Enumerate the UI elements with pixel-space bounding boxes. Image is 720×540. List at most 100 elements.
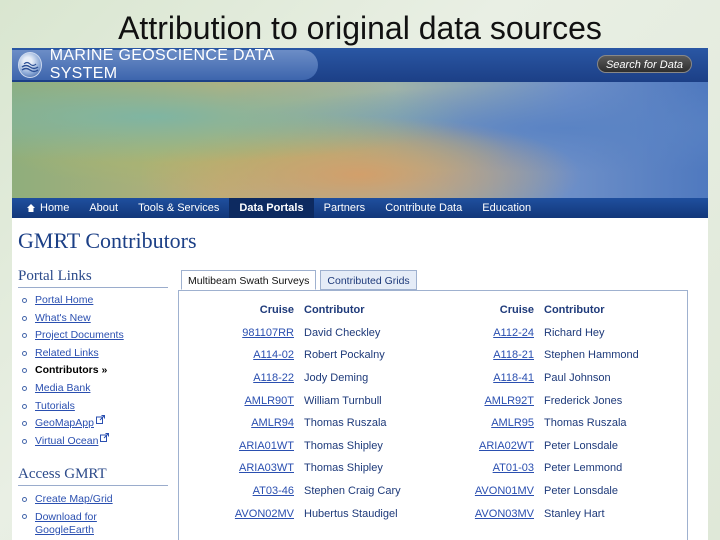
cruise-link[interactable]: 981107RR xyxy=(242,327,294,339)
tab-contributed-grids[interactable]: Contributed Grids xyxy=(320,270,417,290)
contributor-cell: Thomas Ruszala xyxy=(304,412,434,435)
table-row: ARIA01WT Thomas Shipley ARIA02WT Peter Lons… xyxy=(179,435,684,458)
contributor-name: Stanley Hart xyxy=(544,507,605,520)
cruise-link[interactable]: ARIA02WT xyxy=(479,440,534,452)
cruise-link[interactable]: AMLR90T xyxy=(244,395,294,407)
nav-home[interactable]: Home xyxy=(16,198,79,218)
nav-education[interactable]: Education xyxy=(472,198,541,218)
cruise-cell: AMLR94 xyxy=(179,412,304,435)
portal-links-list: Portal Home What's New Project Documents… xyxy=(22,292,124,450)
sidebar-item-contributors[interactable]: Contributors » xyxy=(22,362,124,380)
slide-title: Attribution to original data sources xyxy=(118,10,602,46)
cruise-link[interactable]: AVON03MV xyxy=(475,508,534,520)
cruise-cell: A118-22 xyxy=(179,367,304,390)
table-row: AMLR90T William Turnbull AMLR92T Frederick … xyxy=(179,389,684,412)
external-link-icon xyxy=(100,432,110,442)
site-logo[interactable]: MARINE GEOSCIENCE DATA SYSTEM xyxy=(12,48,318,82)
column-header-contributor: Contributor xyxy=(544,304,605,317)
nav-partners[interactable]: Partners xyxy=(314,198,376,218)
sidebar-item-whats-new[interactable]: What's New xyxy=(22,310,124,328)
sidebar-item-tutorials[interactable]: Tutorials xyxy=(22,398,124,416)
column-header-cruise: Cruise xyxy=(259,304,294,317)
contributor-name: Thomas Shipley xyxy=(304,439,383,452)
table-row: AT03-46 Stephen Craig Cary AVON01MV Peter L… xyxy=(179,480,684,503)
cruise-cell: A112-24 xyxy=(434,322,544,345)
cruise-cell: ARIA02WT xyxy=(434,435,544,458)
cruise-cell: ARIA01WT xyxy=(179,435,304,458)
globe-icon xyxy=(18,52,42,78)
logo-text: MARINE GEOSCIENCE DATA SYSTEM xyxy=(49,48,274,82)
nav-tools-services[interactable]: Tools & Services xyxy=(128,198,229,218)
cruise-link[interactable]: ARIA03WT xyxy=(239,462,294,474)
home-icon xyxy=(27,204,35,212)
cruise-cell: AT03-46 xyxy=(179,480,304,503)
cruise-link[interactable]: A118-22 xyxy=(253,372,294,384)
seafloor-banner-image xyxy=(12,82,708,198)
contributor-cell: Stephen Craig Cary xyxy=(304,480,434,503)
contributor-cell: Thomas Shipley xyxy=(304,435,434,458)
contributor-name: Hubertus Staudigel xyxy=(304,507,398,520)
website-screenshot: MARINE GEOSCIENCE DATA SYSTEM Search for… xyxy=(12,48,708,540)
cruise-link[interactable]: AMLR92T xyxy=(484,395,534,407)
cruise-link[interactable]: A112-24 xyxy=(493,327,534,339)
contributor-name: Richard Hey xyxy=(544,326,605,339)
contributor-cell: Thomas Shipley xyxy=(304,457,434,480)
cruise-link[interactable]: A114-02 xyxy=(253,349,294,361)
search-for-data-button[interactable]: Search for Data xyxy=(596,55,692,73)
nav-data-portals[interactable]: Data Portals xyxy=(229,198,314,218)
cruise-link[interactable]: AVON01MV xyxy=(475,485,534,497)
contributor-cell: Stephen Hammond xyxy=(544,344,684,367)
nav-about[interactable]: About xyxy=(79,198,128,218)
contributors-panel: Cruise Contributor Cruise Contributor 98… xyxy=(178,290,688,540)
column-header-contributor: Contributor xyxy=(304,304,365,317)
cruise-link[interactable]: AMLR95 xyxy=(491,417,534,429)
cruise-link[interactable]: A118-41 xyxy=(493,372,534,384)
sidebar-item-media-bank[interactable]: Media Bank xyxy=(22,380,124,398)
cruise-link[interactable]: ARIA01WT xyxy=(239,440,294,452)
contributor-name: David Checkley xyxy=(304,326,381,339)
sidebar-item-related-links[interactable]: Related Links xyxy=(22,345,124,363)
contributor-name: Jody Deming xyxy=(304,372,369,385)
contributor-cell: Paul Johnson xyxy=(544,367,684,390)
cruise-cell: AVON03MV xyxy=(434,502,544,525)
cruise-link[interactable]: AT03-46 xyxy=(253,485,294,497)
contributor-cell: Robert Pockalny xyxy=(304,344,434,367)
cruise-cell: AT01-03 xyxy=(434,457,544,480)
contributor-name: Stephen Craig Cary xyxy=(304,485,401,498)
sidebar-item-project-documents[interactable]: Project Documents xyxy=(22,327,124,345)
contributor-name: Peter Lemmond xyxy=(544,462,623,475)
contributor-cell: Peter Lemmond xyxy=(544,457,684,480)
contributor-name: Robert Pockalny xyxy=(304,349,385,362)
cruise-link[interactable]: AVON02MV xyxy=(235,508,294,520)
contributor-name: Stephen Hammond xyxy=(544,349,639,362)
contributor-cell: Frederick Jones xyxy=(544,389,684,412)
tab-multibeam-swath-surveys[interactable]: Multibeam Swath Surveys xyxy=(181,270,317,290)
site-header: MARINE GEOSCIENCE DATA SYSTEM Search for… xyxy=(12,48,708,82)
cruise-link[interactable]: AT01-03 xyxy=(493,462,534,474)
cruise-cell: 981107RR xyxy=(179,322,304,345)
sidebar-item-virtual-ocean[interactable]: Virtual Ocean xyxy=(22,432,124,451)
contributor-cell: William Turnbull xyxy=(304,389,434,412)
contributor-name: Frederick Jones xyxy=(544,394,623,407)
contributor-name: Peter Lonsdale xyxy=(544,485,618,498)
portal-links-heading: Portal Links xyxy=(18,268,168,288)
contributor-name: William Turnbull xyxy=(304,394,382,407)
cruise-link[interactable]: A118-21 xyxy=(493,349,534,361)
contributor-cell: Stanley Hart xyxy=(544,502,684,525)
access-gmrt-heading: Access GMRT xyxy=(18,466,168,486)
cruise-cell: AVON01MV xyxy=(434,480,544,503)
column-header-cruise: Cruise xyxy=(499,304,534,317)
nav-contribute-data[interactable]: Contribute Data xyxy=(375,198,472,218)
table-header-row: Cruise Contributor Cruise Contributor xyxy=(179,299,684,322)
sidebar-item-geomapapp[interactable]: GeoMapApp xyxy=(22,415,124,433)
cruise-link[interactable]: AMLR94 xyxy=(251,417,294,429)
cruise-cell: AMLR92T xyxy=(434,389,544,412)
contributors-table: Cruise Contributor Cruise Contributor 98… xyxy=(179,299,684,525)
sidebar-item-portal-home[interactable]: Portal Home xyxy=(22,292,124,310)
contributor-name: Thomas Ruszala xyxy=(544,417,627,430)
sidebar-item-create-map-grid[interactable]: Create Map/Grid xyxy=(22,491,113,509)
table-row: AVON02MV Hubertus Staudigel AVON03MV Stanle… xyxy=(179,502,684,525)
page-title: GMRT Contributors xyxy=(18,228,197,253)
sidebar-item-download-googleearth[interactable]: Download for GoogleEarth xyxy=(22,509,112,539)
table-row: AMLR94 Thomas Ruszala AMLR95 Thomas Ruszala xyxy=(179,412,684,435)
